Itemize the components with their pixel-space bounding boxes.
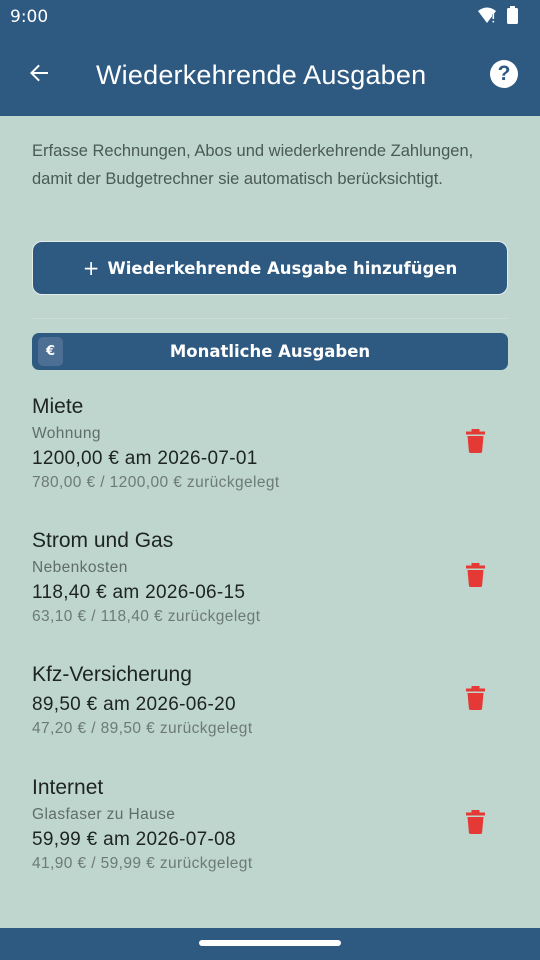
trash-icon <box>465 428 485 458</box>
expense-amount: 59,99 € am 2026-07-08 <box>32 829 236 850</box>
delete-button[interactable] <box>462 685 488 715</box>
battery-icon <box>507 6 518 28</box>
trash-icon <box>465 562 485 592</box>
list-item[interactable]: Kfz-Versicherung 89,50 € am 2026-06-20 4… <box>32 661 508 740</box>
wifi-alert-icon <box>477 7 497 28</box>
expense-name: Miete <box>32 395 84 418</box>
list-item[interactable]: Miete Wohnung 1200,00 € am 2026-07-01 78… <box>32 393 508 494</box>
plus-icon: + <box>82 256 100 280</box>
navigation-bar <box>0 928 540 960</box>
intro-text: Erfasse Rechnungen, Abos und wiederkehre… <box>32 142 474 188</box>
expense-saved: 63,10 € / 118,40 € zurückgelegt <box>32 608 261 625</box>
add-button-label: Wiederkehrende Ausgabe hinzufügen <box>107 258 458 278</box>
status-bar: 9:00 <box>0 0 540 34</box>
list-item[interactable]: Strom und Gas Nebenkosten 118,40 € am 20… <box>32 527 508 628</box>
expense-amount: 118,40 € am 2026-06-15 <box>32 582 246 603</box>
page-title: Wiederkehrende Ausgaben <box>96 60 427 90</box>
add-recurring-expense-button[interactable]: + Wiederkehrende Ausgabe hinzufügen <box>32 241 508 295</box>
delete-button[interactable] <box>462 428 488 458</box>
expense-amount: 1200,00 € am 2026-07-01 <box>32 448 258 469</box>
list-item[interactable]: Internet Glasfaser zu Hause 59,99 € am 2… <box>32 774 508 875</box>
gesture-handle[interactable] <box>199 940 341 946</box>
expense-saved: 780,00 € / 1200,00 € zurückgelegt <box>32 474 280 491</box>
trash-icon <box>465 685 485 715</box>
euro-icon: € <box>38 337 63 366</box>
delete-button[interactable] <box>462 562 488 592</box>
arrow-left-icon <box>27 61 51 89</box>
expense-category: Wohnung <box>32 425 101 442</box>
expense-saved: 47,20 € / 89,50 € zurückgelegt <box>32 720 253 737</box>
help-button[interactable]: ? <box>490 60 518 88</box>
expense-name: Internet <box>32 776 104 799</box>
expense-category: Glasfaser zu Hause <box>32 806 176 823</box>
expense-name: Strom und Gas <box>32 529 174 552</box>
section-header-monthly: € Monatliche Ausgaben <box>32 333 508 370</box>
delete-button[interactable] <box>462 809 488 839</box>
app-bar: Wiederkehrende Ausgaben ? <box>0 34 540 116</box>
expense-amount: 89,50 € am 2026-06-20 <box>32 694 236 715</box>
status-icons <box>477 6 518 28</box>
help-circle-icon: ? <box>497 62 511 85</box>
trash-icon <box>465 809 485 839</box>
status-time: 9:00 <box>10 7 49 27</box>
expense-name: Kfz-Versicherung <box>32 663 192 686</box>
expense-saved: 41,90 € / 59,99 € zurückgelegt <box>32 855 253 872</box>
back-button[interactable] <box>20 56 58 94</box>
expense-category: Nebenkosten <box>32 559 128 576</box>
divider <box>32 318 508 319</box>
section-title: Monatliche Ausgaben <box>169 342 371 361</box>
